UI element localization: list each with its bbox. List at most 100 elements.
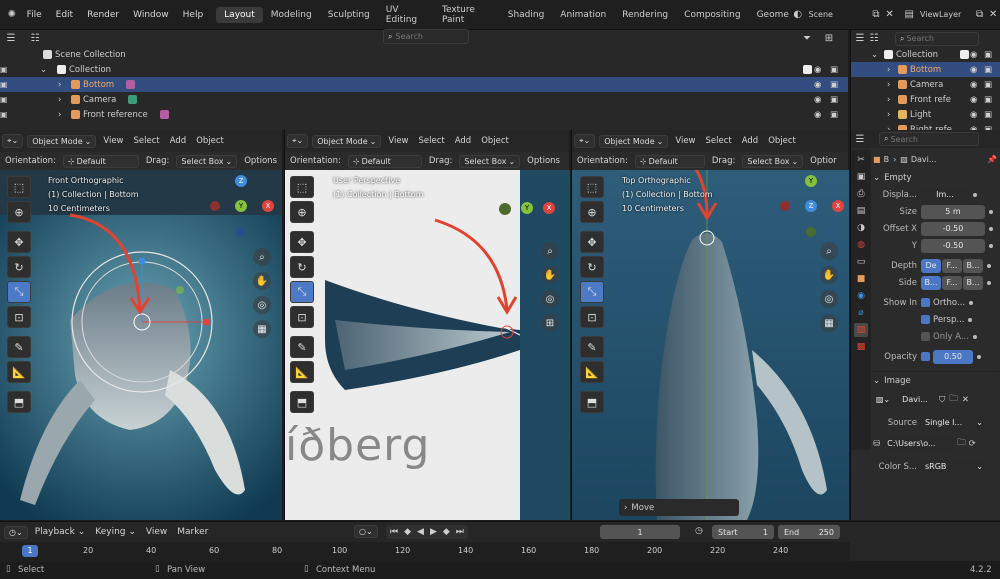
play-icon[interactable]: ▶ — [430, 527, 437, 537]
menu-playback[interactable]: Playback ⌄ — [35, 527, 86, 537]
gizmo-x-axis[interactable]: X — [262, 200, 274, 212]
camera-view-icon[interactable]: ◎ — [820, 290, 838, 308]
unlink-x-icon[interactable]: ✕ — [962, 395, 969, 405]
menu-keying[interactable]: Keying ⌄ — [95, 527, 136, 537]
expand-chevron-icon[interactable]: › — [58, 95, 68, 105]
object-mode-dropdown[interactable]: Object Mode ⌄ — [312, 134, 382, 148]
right-outliner-item-front-reference[interactable]: › Front refe ◉ ▣ — [851, 92, 1000, 107]
menu-window[interactable]: Window — [126, 10, 176, 20]
image-panel-header[interactable]: ⌄ Image — [873, 371, 999, 387]
display-mode-icon[interactable]: ☷ — [867, 32, 881, 46]
cursor-tool[interactable]: ⊕ — [290, 201, 314, 223]
menu-edit[interactable]: Edit — [49, 10, 80, 20]
empty-panel-header[interactable]: ⌄ Empty — [873, 170, 999, 186]
right-outliner-item-camera[interactable]: › Camera ◉ ▣ — [851, 77, 1000, 92]
size-field[interactable]: 5 m — [921, 204, 985, 219]
cursor-tool[interactable]: ⊕ — [7, 201, 31, 223]
gizmo-neg-z-axis[interactable] — [236, 227, 246, 237]
prev-keyframe-icon[interactable]: ◆ — [404, 527, 411, 537]
view-layer-selector[interactable]: ViewLayer — [915, 6, 973, 23]
grid-toggle-icon[interactable]: ▦ — [820, 314, 838, 332]
zoom-icon[interactable]: ⌕ — [253, 248, 271, 266]
object-mode-dropdown[interactable]: Object Mode ⌄ — [599, 134, 669, 148]
source-dropdown[interactable]: Single I... ⌄ — [921, 415, 985, 430]
keyframe-dot-icon[interactable] — [989, 209, 993, 214]
outliner-item-bottom[interactable]: › Bottom ◉ ▣ — [0, 77, 848, 92]
menu-add[interactable]: Add — [170, 136, 186, 146]
add-cube-tool[interactable]: ⬒ — [580, 391, 604, 413]
menu-select[interactable]: Select — [134, 136, 160, 146]
select-box-tool[interactable]: ⬚ — [7, 176, 31, 198]
side-option-front[interactable]: F... — [942, 275, 962, 290]
orientation-dropdown[interactable]: ⊹ Default — [634, 154, 705, 168]
pin-icon[interactable]: 📌 — [987, 155, 997, 164]
tool-tab-icon[interactable]: ✂ — [854, 153, 868, 167]
opacity-field[interactable]: 0.50 — [933, 349, 973, 364]
menu-view[interactable]: View — [146, 527, 167, 537]
menu-select[interactable]: Select — [706, 136, 732, 146]
tab-geometry-nodes[interactable]: Geome — [749, 7, 791, 23]
render-camera-icon[interactable]: ▣ — [830, 80, 838, 90]
pan-hand-icon[interactable]: ✋ — [253, 272, 271, 290]
menu-view[interactable]: View — [675, 136, 695, 146]
annotate-tool[interactable]: ✎ — [580, 336, 604, 358]
transform-tool[interactable]: ⊡ — [290, 306, 314, 328]
menu-view[interactable]: View — [388, 136, 408, 146]
visibility-eye-icon[interactable]: ◉ — [814, 65, 821, 75]
zoom-icon[interactable]: ⌕ — [820, 242, 838, 260]
render-camera-icon[interactable]: ▣ — [830, 110, 838, 120]
select-box-tool[interactable]: ⬚ — [290, 176, 314, 198]
fake-user-shield-icon[interactable]: ⛉ — [939, 395, 945, 405]
add-cube-tool[interactable]: ⬒ — [7, 391, 31, 413]
menu-select[interactable]: Select — [419, 136, 445, 146]
cursor-tool[interactable]: ⊕ — [580, 201, 604, 223]
outliner-item-camera[interactable]: › Camera ◉ ▣ — [0, 92, 848, 107]
transform-tool[interactable]: ⊡ — [580, 306, 604, 328]
measure-tool[interactable]: 📐 — [290, 361, 314, 383]
side-option-both[interactable]: B... — [921, 275, 941, 290]
keyframe-dot-icon[interactable] — [977, 354, 981, 359]
navigation-gizmo[interactable]: Y Z X — [780, 175, 846, 241]
zoom-icon[interactable]: ⌕ — [541, 242, 559, 260]
remove-scene-icon[interactable]: ✕ — [883, 8, 897, 22]
opacity-checkbox[interactable] — [921, 352, 930, 361]
expand-chevron-icon[interactable]: ⌄ — [871, 50, 881, 60]
editor-type-icon[interactable]: ☰ — [853, 132, 867, 146]
display-mode-icon[interactable]: ☷ — [28, 32, 42, 46]
editor-type-button[interactable]: ⌖⌄ — [2, 134, 24, 148]
blender-logo-icon[interactable]: ✺ — [4, 8, 20, 22]
visibility-eye-icon[interactable]: ◉ — [970, 80, 977, 90]
keyframe-dot-icon[interactable] — [987, 280, 991, 285]
scale-tool[interactable]: ⤡ — [290, 281, 314, 303]
editor-type-icon[interactable]: ☰ — [853, 32, 867, 46]
auto-keying-button[interactable]: ○⌄ — [354, 525, 378, 538]
visibility-eye-icon[interactable]: ◉ — [814, 95, 821, 105]
viewport-canvas[interactable]: Top Orthographic (1) Collection | Bottom… — [572, 170, 849, 520]
transform-tool[interactable]: ⊡ — [7, 306, 31, 328]
navigation-gizmo[interactable]: Z Y X — [210, 175, 276, 241]
rotate-tool[interactable]: ↻ — [7, 256, 31, 278]
menu-view[interactable]: View — [103, 136, 123, 146]
new-view-layer-icon[interactable]: ⧉ — [973, 8, 987, 22]
view-layer-tab-icon[interactable]: ▤ — [854, 204, 868, 218]
measure-tool[interactable]: 📐 — [7, 361, 31, 383]
image-browse-button[interactable]: ▨⌄ — [873, 392, 893, 407]
keyframe-dot-icon[interactable] — [969, 300, 974, 305]
timeline-ruler[interactable]: 1 20 40 60 80 100 120 140 160 180 200 22… — [0, 542, 850, 562]
object-data-tab-icon[interactable]: ▨ — [854, 323, 868, 337]
render-camera-icon[interactable]: ▣ — [0, 62, 12, 77]
depth-option-default[interactable]: De — [921, 258, 941, 273]
collection-row[interactable]: ⌄ Collection ◉ ▣ — [0, 62, 848, 77]
outliner-item-front-reference[interactable]: › Front reference ◉ ▣ — [0, 107, 848, 122]
render-camera-icon[interactable]: ▣ — [984, 65, 992, 75]
keyframe-dot-icon[interactable] — [973, 192, 977, 197]
orthographic-checkbox[interactable] — [921, 298, 930, 307]
expand-chevron-icon[interactable]: › — [887, 80, 895, 90]
reload-icon[interactable]: ⟳ — [969, 439, 976, 449]
menu-object[interactable]: Object — [481, 136, 509, 146]
expand-chevron-icon[interactable]: › — [58, 80, 68, 90]
pan-hand-icon[interactable]: ✋ — [541, 266, 559, 284]
collection-checkbox-icon[interactable] — [803, 65, 812, 74]
collection-tab-icon[interactable]: ▭ — [854, 255, 868, 269]
physics-tab-icon[interactable]: ◉ — [854, 289, 868, 303]
